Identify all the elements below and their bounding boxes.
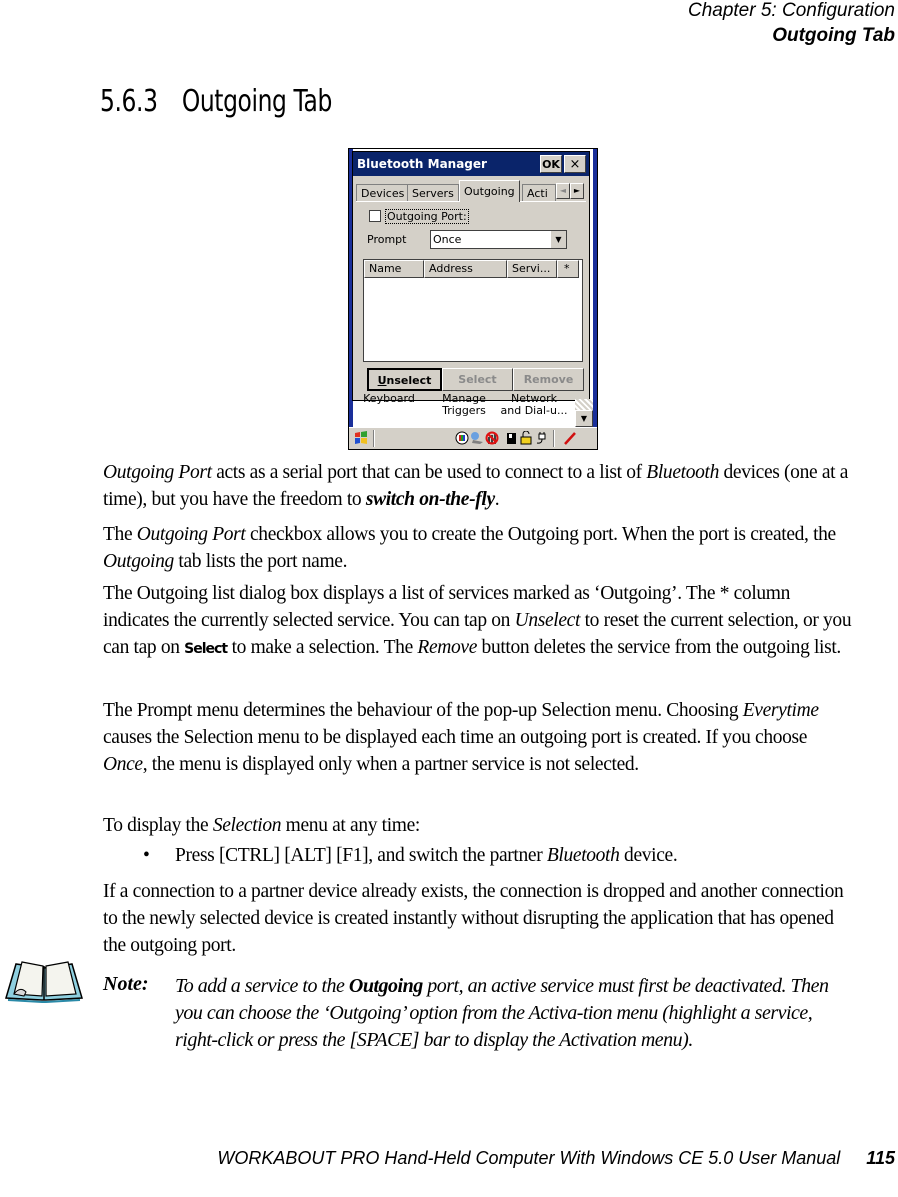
paragraph-display-selection: To display the Selection menu at any tim… <box>103 812 853 839</box>
unselect-mnemonic: U <box>377 374 387 387</box>
term-remove: Remove <box>417 637 478 658</box>
tab-active[interactable]: Acti <box>522 184 556 202</box>
running-header-chapter: Chapter 5: Configuration <box>687 0 895 21</box>
no-signal-icon[interactable] <box>485 431 499 445</box>
text: To add a service to the <box>175 975 349 997</box>
column-header-address[interactable]: Address <box>424 260 507 278</box>
paragraph-outgoing-list: The Outgoing list dialog box displays a … <box>103 580 853 663</box>
term-selection: Selection <box>212 815 282 836</box>
keyboard-label: Keyboard <box>363 392 415 405</box>
chevron-down-icon[interactable]: ▼ <box>550 231 566 248</box>
dialog-title: Bluetooth Manager <box>357 157 487 171</box>
term-everytime: Everytime <box>742 700 819 721</box>
manage-triggers-label-2: Triggers <box>442 404 486 417</box>
unselect-label: nselect <box>386 374 432 387</box>
term-unselect: Unselect <box>514 610 581 631</box>
term-outgoing: Outgoing <box>348 975 423 997</box>
text: device. <box>619 845 678 866</box>
bullet-item: Press [CTRL] [ALT] [F1], and switch the … <box>175 845 678 867</box>
text: button deletes the service from the outg… <box>477 637 842 658</box>
power-plug-icon[interactable] <box>535 431 549 445</box>
lock-icon[interactable] <box>519 431 533 445</box>
page-footer: WORKABOUT PRO Hand-Held Computer With Wi… <box>217 1148 898 1169</box>
text: To display the <box>103 815 213 836</box>
note-text: To add a service to the Outgoing port, a… <box>175 973 855 1054</box>
network-dialup-item[interactable]: Network and Dial-u... <box>495 393 573 417</box>
taskbar-separator <box>373 430 375 447</box>
tab-scroll-right-button[interactable]: ► <box>570 183 584 199</box>
term-outgoing: Outgoing <box>103 551 174 572</box>
page-number: 115 <box>866 1148 895 1168</box>
text: to make a selection. The <box>227 637 418 658</box>
tab-servers[interactable]: Servers <box>407 184 459 202</box>
tab-strip: Devices Servers Outgoing Acti ◄ ► <box>356 180 588 202</box>
outgoing-port-label[interactable]: Outgoing Port: <box>385 209 469 224</box>
device-screenshot: Bluetooth Manager OK × Devices Servers O… <box>348 148 598 450</box>
section-title: 5.6.3 Outgoing Tab <box>100 84 332 119</box>
text: checkbox allows you to create the Outgoi… <box>245 524 836 545</box>
manual-title: WORKABOUT PRO Hand-Held Computer With Wi… <box>217 1148 841 1168</box>
paragraph-connection-exists: If a connection to a partner device alre… <box>103 881 844 956</box>
open-book-icon <box>5 961 83 1003</box>
prompt-label: Prompt <box>367 233 407 246</box>
text: The Prompt menu determines the behaviour… <box>103 700 743 721</box>
tab-devices[interactable]: Devices <box>356 184 410 202</box>
pen-icon[interactable] <box>563 431 577 445</box>
paragraph-prompt-menu: The Prompt menu determines the behaviour… <box>103 697 853 778</box>
vertical-scrollbar[interactable]: ▼ <box>575 399 593 427</box>
windows-flag-icon[interactable] <box>353 430 369 446</box>
text: , the menu is displayed only when a part… <box>142 754 639 775</box>
paragraph-checkbox: The Outgoing Port checkbox allows you to… <box>103 521 853 575</box>
taskbar-separator <box>553 430 555 447</box>
term-once: Once <box>103 754 143 775</box>
prompt-select[interactable]: Once ▼ <box>430 230 567 249</box>
outgoing-port-checkbox[interactable] <box>369 210 381 222</box>
close-button[interactable]: × <box>564 155 586 173</box>
network-label-2: and Dial-u... <box>500 404 568 417</box>
taskbar <box>349 427 597 449</box>
running-header-section: Outgoing Tab <box>772 25 895 46</box>
connection-icon[interactable] <box>470 431 484 445</box>
text: The <box>103 524 137 545</box>
text: Press [CTRL] [ALT] [F1], and switch the … <box>175 845 547 866</box>
outgoing-services-list[interactable]: Name Address Servi... * <box>363 259 583 362</box>
select-button[interactable]: Select <box>442 368 513 391</box>
bluetooth-manager-dialog: Bluetooth Manager OK × Devices Servers O… <box>352 151 590 401</box>
term-switch-on-the-fly: switch on-the-fly <box>365 489 495 510</box>
term-outgoing-port: Outgoing Port <box>136 524 246 545</box>
paragraph-outgoing-port: Outgoing Port acts as a serial port that… <box>103 459 853 513</box>
manage-triggers-item[interactable]: Manage and Dial-u... Triggers <box>433 393 495 417</box>
text: tab lists the port name. <box>173 551 348 572</box>
note-label: Note: <box>103 973 149 995</box>
term-select: Select <box>184 641 228 657</box>
section-number: 5.6.3 <box>100 84 158 119</box>
tab-outgoing[interactable]: Outgoing <box>459 180 520 202</box>
background-control-panel: Keyboard Manage and Dial-u... Triggers N… <box>353 393 589 425</box>
battery-icon[interactable] <box>504 431 518 445</box>
scroll-down-button[interactable]: ▼ <box>575 410 593 427</box>
term-outgoing-port: Outgoing Port <box>103 462 212 483</box>
text: causes the Selection menu to be displaye… <box>103 727 808 748</box>
text: menu at any time: <box>281 815 421 836</box>
unselect-button[interactable]: Unselect <box>367 368 442 391</box>
term-bluetooth: Bluetooth <box>646 462 719 483</box>
tab-scroll-left-button[interactable]: ◄ <box>556 183 570 199</box>
keyboard-item[interactable]: Keyboard <box>359 393 419 405</box>
network-globe-icon[interactable] <box>455 431 469 445</box>
term-bluetooth: Bluetooth <box>546 845 620 866</box>
bullet-mark: • <box>143 845 150 866</box>
dialog-titlebar: Bluetooth Manager OK × <box>353 152 589 176</box>
column-header-name[interactable]: Name <box>364 260 424 278</box>
column-header-selected[interactable]: * <box>557 260 579 278</box>
remove-button[interactable]: Remove <box>513 368 584 391</box>
ok-button[interactable]: OK <box>540 155 562 173</box>
screen-border-right <box>593 149 597 449</box>
column-header-service[interactable]: Servi... <box>507 260 557 278</box>
text: acts as a serial port that can be used t… <box>211 462 647 483</box>
text: . <box>494 489 500 510</box>
prompt-value: Once <box>433 233 462 246</box>
section-title-text: Outgoing Tab <box>181 84 333 119</box>
